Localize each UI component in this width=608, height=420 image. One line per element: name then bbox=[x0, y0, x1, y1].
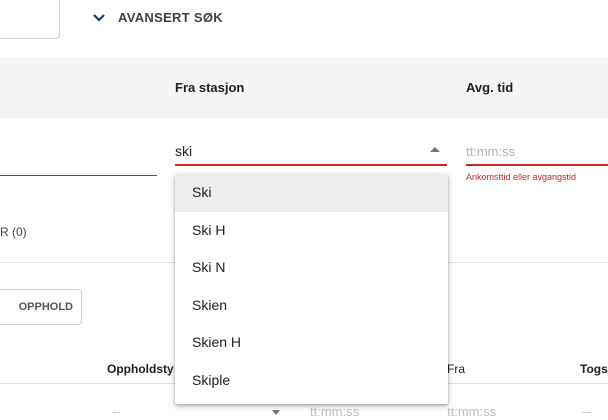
time-input[interactable]: tt:mm:ss bbox=[310, 404, 359, 419]
column-header-avg-tid: Avg. tid bbox=[466, 80, 514, 95]
column-header-togs: Togs bbox=[580, 362, 608, 376]
oppholdstype-value: -- bbox=[112, 404, 121, 419]
station-dropdown: Ski Ski H Ski N Skien Skien H Skiple bbox=[175, 174, 448, 404]
field-underline bbox=[0, 175, 157, 176]
fra-stasjon-underline bbox=[175, 164, 447, 166]
advanced-search-label: AVANSERT SØK bbox=[118, 10, 223, 25]
add-opphold-button[interactable]: OPPHOLD bbox=[0, 289, 82, 325]
column-header-fra: Fra bbox=[447, 362, 465, 376]
dropdown-option[interactable]: Ski bbox=[175, 174, 448, 212]
count-label: R (0) bbox=[0, 225, 27, 239]
caret-up-icon[interactable] bbox=[430, 147, 440, 152]
column-header-fra-stasjon: Fra stasjon bbox=[175, 80, 245, 95]
togs-value: -- bbox=[582, 404, 591, 419]
search-box[interactable] bbox=[0, 0, 60, 39]
caret-down-icon[interactable] bbox=[272, 410, 280, 415]
avg-tid-input[interactable] bbox=[466, 140, 608, 162]
avg-tid-underline bbox=[466, 164, 608, 166]
dropdown-option[interactable]: Ski H bbox=[175, 212, 448, 250]
dropdown-option[interactable]: Ski N bbox=[175, 249, 448, 287]
advanced-search-toggle[interactable]: AVANSERT SØK bbox=[92, 10, 223, 25]
fra-stasjon-input[interactable] bbox=[175, 138, 445, 164]
fra-time-input[interactable]: tt:mm:ss bbox=[447, 404, 496, 419]
avg-tid-error: Ankomsttid eller avgangstid bbox=[466, 172, 577, 182]
table-header bbox=[0, 57, 608, 118]
dropdown-option[interactable]: Skien bbox=[175, 287, 448, 325]
column-header-oppholdstype: Oppholdsty bbox=[107, 362, 174, 376]
chevron-down-icon bbox=[93, 13, 105, 22]
dropdown-option[interactable]: Skiple bbox=[175, 362, 448, 400]
dropdown-option[interactable]: Skien H bbox=[175, 324, 448, 362]
